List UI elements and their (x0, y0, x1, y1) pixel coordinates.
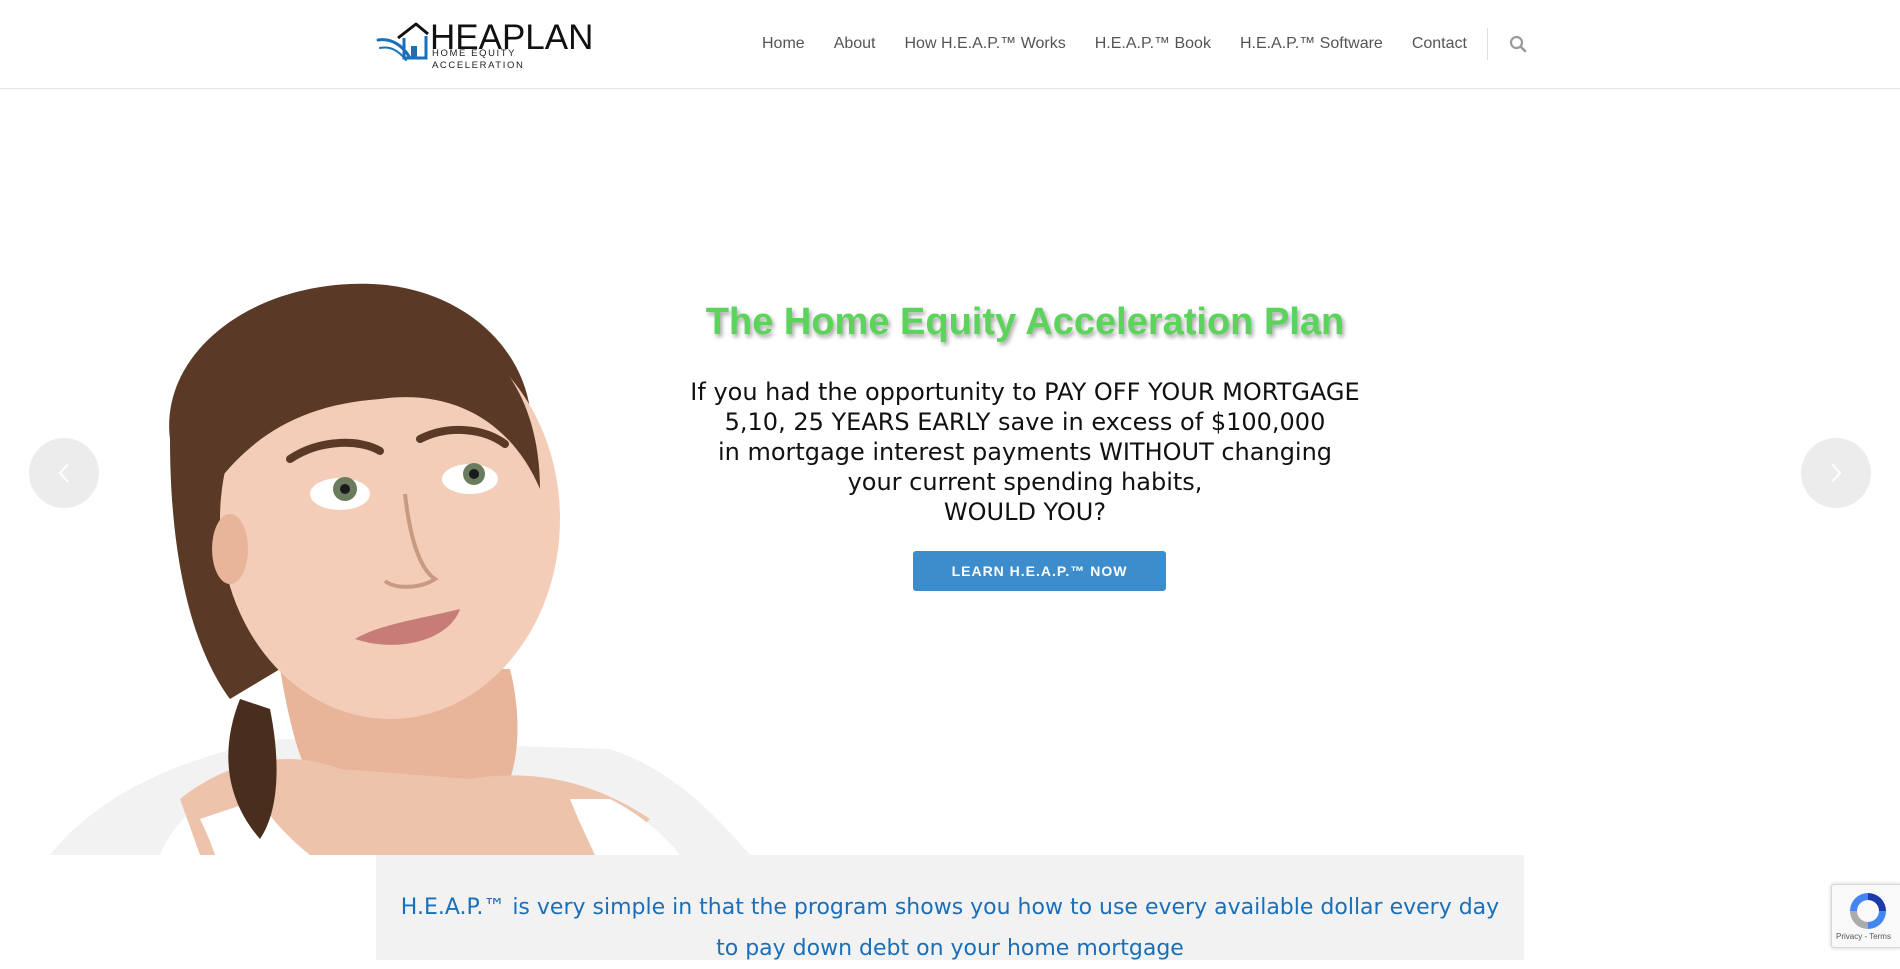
nav-home[interactable]: Home (762, 34, 805, 54)
slider-next-button[interactable] (1801, 438, 1871, 508)
nav-heap-book[interactable]: H.E.A.P.™ Book (1095, 34, 1211, 54)
hero-copy-line: in mortgage interest payments WITHOUT ch… (717, 438, 1333, 466)
learn-heap-now-button[interactable]: LEARN H.E.A.P.™ NOW (913, 551, 1166, 591)
hero-copy-line: 5,10, 25 YEARS EARLY save in excess of $… (724, 408, 1326, 436)
nav-divider (1486, 28, 1488, 60)
house-logo-icon (376, 22, 429, 61)
hero-copy-line: If you had the opportunity to PAY OFF YO… (690, 378, 1360, 406)
recaptcha-badge[interactable]: Privacy - Terms (1831, 884, 1900, 948)
recaptcha-icon (1850, 893, 1886, 929)
nav-contact[interactable]: Contact (1412, 34, 1467, 54)
search-icon[interactable] (1508, 34, 1528, 54)
slider-prev-button[interactable] (29, 438, 99, 508)
hero-copy-line: WOULD YOU? (943, 498, 1107, 526)
nav-how-heap-works[interactable]: How H.E.A.P.™ Works (905, 34, 1066, 54)
intro-callout: H.E.A.P.™ is very simple in that the pro… (376, 855, 1524, 961)
site-header: HEAPLAN HOME EQUITY ACCELERATION Home Ab… (0, 0, 1900, 89)
intro-text: H.E.A.P.™ is very simple in that the pro… (400, 895, 1500, 961)
hero-copy: If you had the opportunity to PAY OFF YO… (620, 377, 1430, 527)
chevron-right-icon (1831, 463, 1842, 483)
hero-slider: The Home Equity Acceleration Plan If you… (0, 89, 1900, 855)
hero-copy-line: your current spending habits, (847, 468, 1203, 496)
nav-heap-software[interactable]: H.E.A.P.™ Software (1240, 34, 1383, 54)
logo-tagline: HOME EQUITY ACCELERATION (432, 48, 525, 71)
chevron-left-icon (58, 463, 69, 483)
hero-title: The Home Equity Acceleration Plan (705, 301, 1345, 343)
main-nav: Home About How H.E.A.P.™ Works H.E.A.P.™… (762, 0, 1528, 88)
nav-about[interactable]: About (834, 34, 876, 54)
site-logo[interactable]: HEAPLAN HOME EQUITY ACCELERATION (376, 18, 598, 71)
recaptcha-terms[interactable]: Privacy - Terms (1836, 932, 1891, 941)
woman-thinking-photo (50, 283, 750, 855)
